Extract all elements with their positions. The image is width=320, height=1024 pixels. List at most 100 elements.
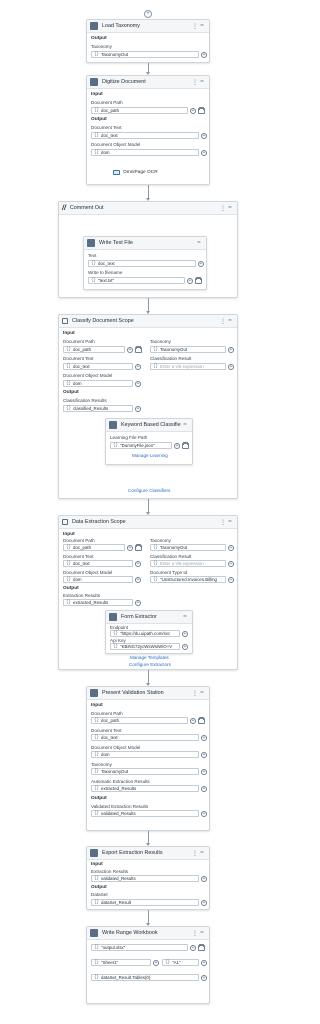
collapse-icon[interactable]: ≈ <box>226 519 234 525</box>
plus-icon[interactable]: + <box>187 277 193 284</box>
api-key-field[interactable]: {} "KBiNG72ycWsWsIWiO+V <box>110 643 180 650</box>
write-range-workbook-activity[interactable]: Write Range Workbook ⋮ ≈ {} "output.xlsx" +… <box>86 926 210 1004</box>
dom-field[interactable]: {} dom <box>91 149 199 156</box>
automatic-extraction-results-field[interactable]: {} extracted_Results <box>91 785 199 792</box>
document-text-field[interactable]: {} doc_text <box>91 734 199 741</box>
activity-header[interactable]: Load Taxonomy ⋮ ≈ <box>87 20 209 33</box>
plus-icon[interactable]: + <box>182 643 188 650</box>
plus-icon[interactable]: + <box>201 959 207 966</box>
taxonomy-field[interactable]: {} TaxonomyOut <box>150 544 226 551</box>
plus-icon[interactable]: + <box>201 899 207 906</box>
plus-icon[interactable]: + <box>228 560 234 567</box>
configure-classifiers-link[interactable]: Configure Classifiers <box>128 488 170 493</box>
folder-icon[interactable] <box>198 107 205 114</box>
load-taxonomy-activity[interactable]: Load Taxonomy ⋮ ≈ Output Taxonomy {} Taxono… <box>86 19 210 63</box>
classification-results-field[interactable]: {} classified_Results <box>63 405 133 412</box>
collapse-icon[interactable]: ≈ <box>198 930 206 936</box>
plus-icon[interactable]: + <box>201 751 207 758</box>
plus-icon[interactable]: + <box>153 959 159 966</box>
text-field[interactable]: {} doc_text <box>88 260 196 267</box>
dom-field[interactable]: {} dom <box>63 380 133 387</box>
activity-header[interactable]: Write Text File ≈ <box>84 237 206 250</box>
start-cell-field[interactable]: {} "A1" <box>162 959 199 966</box>
plus-icon[interactable]: + <box>201 810 207 817</box>
plus-icon[interactable]: + <box>228 363 234 370</box>
activity-header[interactable]: Form Extractor ≈ <box>106 611 192 624</box>
folder-icon[interactable] <box>135 346 142 353</box>
document-path-field[interactable]: {} doc_path <box>91 717 188 724</box>
classify-document-scope-activity[interactable]: Classify Document Scope ⋮ ≈ Input Document… <box>58 314 238 499</box>
document-path-field[interactable]: {} doc_path <box>63 544 125 551</box>
keyword-based-classifier-activity[interactable]: Keyword Based Classifier ≈ Learning File … <box>105 418 193 465</box>
form-extractor-activity[interactable]: Form Extractor ≈ Endpoint {} "https://du.u… <box>105 610 193 654</box>
folder-icon[interactable] <box>182 442 189 449</box>
plus-icon[interactable]: + <box>182 630 188 637</box>
comment-out-activity[interactable]: //Comment Out ⋮ ≈ Write Text File ≈ Text {}… <box>58 201 238 298</box>
plus-icon[interactable]: + <box>190 944 196 951</box>
document-type-field[interactable]: {} "Unstructured.Invoices.Billing <box>150 576 226 583</box>
document-path-field[interactable]: {} doc_path <box>91 107 188 114</box>
activity-header[interactable]: Classify Document Scope ⋮ ≈ <box>59 315 237 328</box>
plus-icon[interactable]: + <box>201 785 207 792</box>
document-path-field[interactable]: {} doc_path <box>63 346 125 353</box>
activity-header[interactable]: Present Validation Station ⋮ ≈ <box>87 687 209 700</box>
plus-icon[interactable]: + <box>228 544 234 551</box>
activity-header[interactable]: //Comment Out ⋮ ≈ <box>59 202 237 215</box>
write-filename-field[interactable]: {} "text.txt" <box>88 277 185 284</box>
plus-icon[interactable]: + <box>135 560 141 567</box>
plus-icon[interactable]: + <box>201 875 207 882</box>
sheet-name-field[interactable]: {} "Sheet1" <box>91 959 151 966</box>
document-text-field[interactable]: {} doc_text <box>63 560 133 567</box>
plus-icon[interactable]: + <box>228 576 234 583</box>
classification-result-field[interactable]: {} Enter a VB expression <box>150 363 226 370</box>
plus-icon[interactable]: + <box>135 363 141 370</box>
plus-icon[interactable]: + <box>127 544 133 551</box>
activity-header[interactable]: Data Extraction Scope ⋮ ≈ <box>59 516 237 529</box>
extraction-results-field[interactable]: {} extracted_Results <box>63 599 133 606</box>
plus-icon[interactable]: + <box>201 132 207 139</box>
collapse-icon[interactable]: ≈ <box>181 422 189 428</box>
plus-icon[interactable]: + <box>228 346 234 353</box>
document-text-field[interactable]: {} doc_text <box>91 132 199 139</box>
export-extraction-results-activity[interactable]: Export Extraction Results ⋮ ≈ Input Extrac… <box>86 846 210 910</box>
activity-header[interactable]: Write Range Workbook ⋮ ≈ <box>87 927 209 940</box>
present-validation-station-activity[interactable]: Present Validation Station ⋮ ≈ Input Docum… <box>86 686 210 831</box>
configure-extractors-link[interactable]: Configure Extractors <box>129 662 171 667</box>
plus-icon[interactable]: + <box>201 768 207 775</box>
plus-icon[interactable]: + <box>127 346 133 353</box>
validated-extraction-results-field[interactable]: {} validated_Results <box>91 810 199 817</box>
collapse-icon[interactable]: ≈ <box>226 205 234 211</box>
add-activity-button[interactable]: + <box>144 10 152 18</box>
data-extraction-scope-activity[interactable]: Data Extraction Scope ⋮ ≈ Input Document P… <box>58 515 238 670</box>
folder-icon[interactable] <box>198 944 205 951</box>
folder-icon[interactable] <box>198 717 205 724</box>
datatable-field[interactable]: {} dataSet_Result.Tables(0) <box>91 974 199 981</box>
plus-icon[interactable]: + <box>198 260 204 267</box>
activity-header[interactable]: Keyword Based Classifier ≈ <box>106 419 192 432</box>
collapse-icon[interactable]: ≈ <box>198 23 206 29</box>
document-text-field[interactable]: {} doc_text <box>63 363 133 370</box>
plus-icon[interactable]: + <box>135 405 141 412</box>
classification-result-field[interactable]: {} Enter a VB expression <box>150 560 226 567</box>
manage-templates-link[interactable]: Manage Templates <box>130 655 169 660</box>
ocr-engine[interactable]: OmniPage OCR <box>113 170 158 175</box>
plus-icon[interactable]: + <box>174 442 180 449</box>
endpoint-field[interactable]: {} "https://du.uipath.com/svc <box>110 630 180 637</box>
taxonomy-field[interactable]: {} TaxonomyOut <box>91 768 199 775</box>
plus-icon[interactable]: + <box>201 149 207 156</box>
extraction-results-field[interactable]: {} validated_Results <box>91 875 199 882</box>
plus-icon[interactable]: + <box>135 576 141 583</box>
learning-file-field[interactable]: {} "DummyFile.json" <box>110 442 172 449</box>
activity-header[interactable]: Digitize Document ⋮ ≈ <box>87 76 209 89</box>
plus-icon[interactable]: + <box>201 734 207 741</box>
collapse-icon[interactable]: ≈ <box>226 318 234 324</box>
collapse-icon[interactable]: ≈ <box>195 240 203 246</box>
dom-field[interactable]: {} dom <box>91 751 199 758</box>
plus-icon[interactable]: + <box>201 974 207 981</box>
plus-icon[interactable]: + <box>190 717 196 724</box>
plus-icon[interactable]: + <box>201 51 207 58</box>
plus-icon[interactable]: + <box>135 599 141 606</box>
activity-header[interactable]: Export Extraction Results ⋮ ≈ <box>87 847 209 860</box>
plus-icon[interactable]: + <box>190 107 196 114</box>
collapse-icon[interactable]: ≈ <box>198 850 206 856</box>
